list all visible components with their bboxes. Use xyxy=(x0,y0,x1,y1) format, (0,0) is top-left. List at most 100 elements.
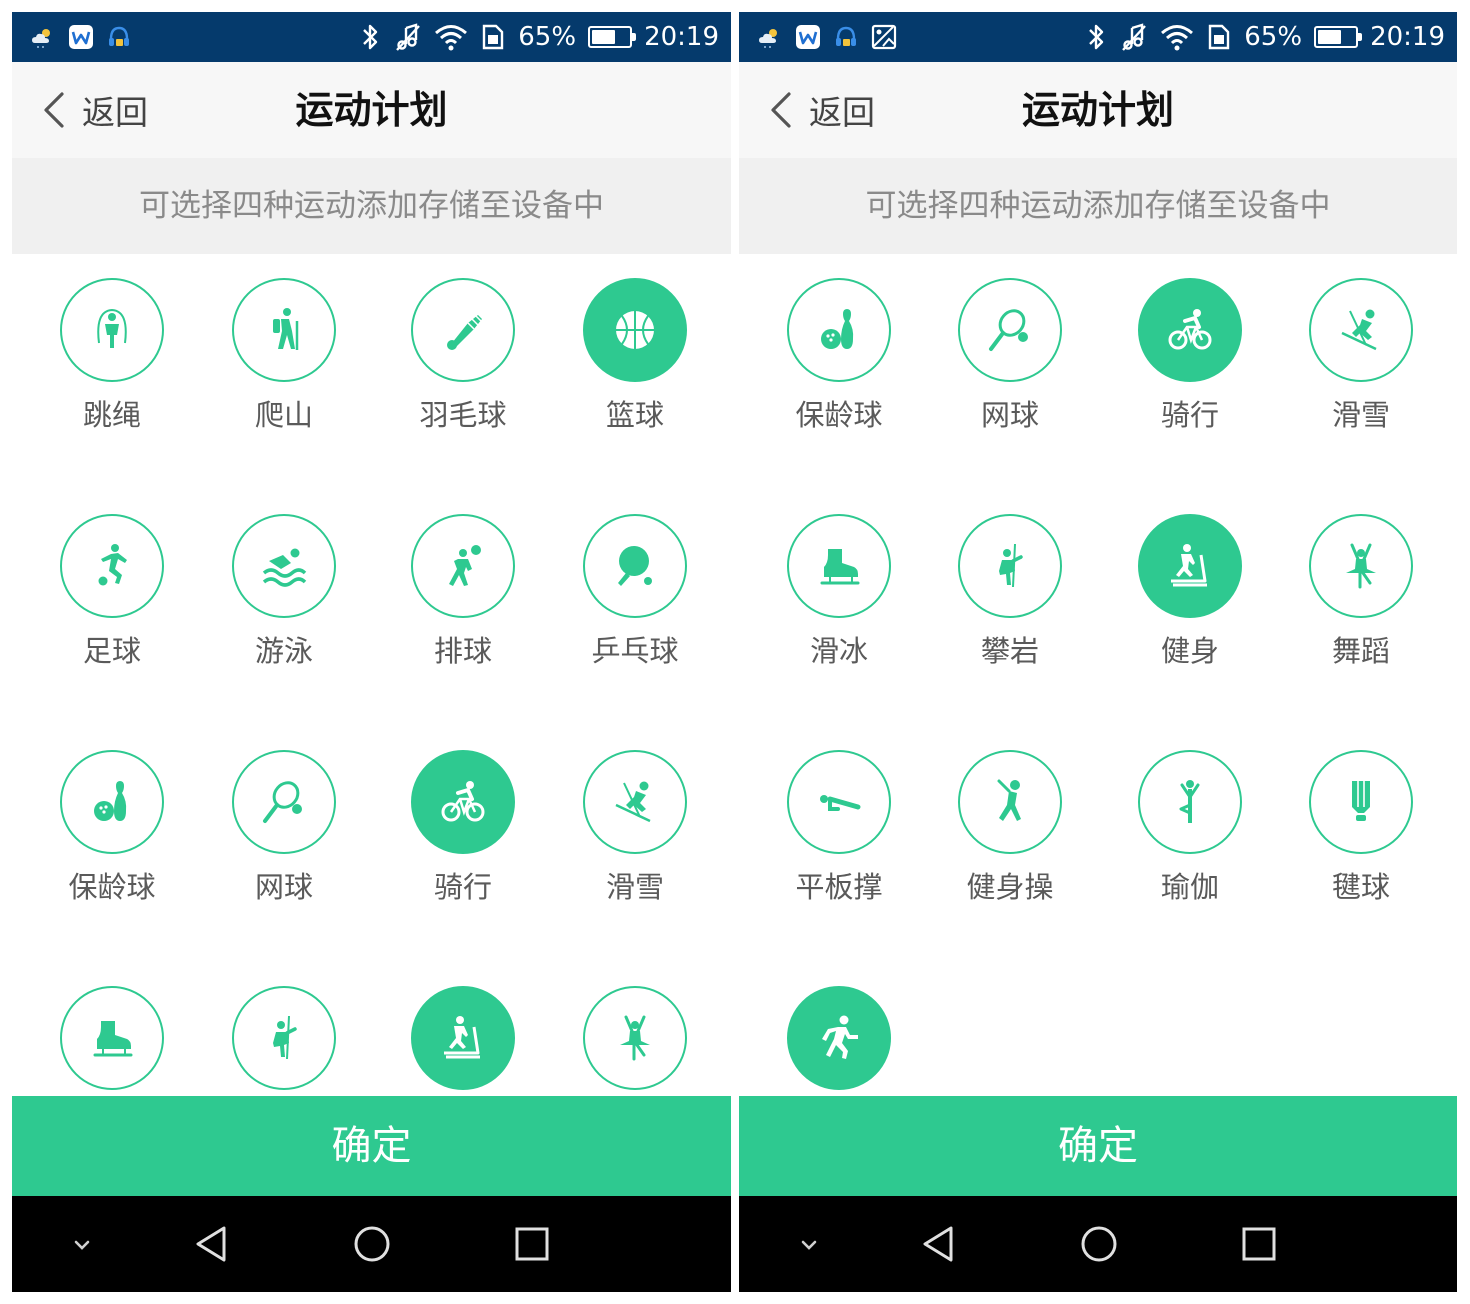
bowling-icon xyxy=(94,781,127,821)
sport-item[interactable]: 足球 xyxy=(37,490,187,690)
sport-item[interactable]: 跳绳 xyxy=(37,254,187,454)
chevron-down-icon[interactable] xyxy=(60,1222,104,1266)
nav-home-icon[interactable] xyxy=(1077,1222,1121,1266)
sport-item[interactable]: 毽球 xyxy=(1286,726,1436,926)
sport-icon-button[interactable] xyxy=(1309,750,1413,854)
sport-icon-button[interactable] xyxy=(1138,514,1242,618)
sim-card-icon xyxy=(483,24,504,50)
sport-item[interactable] xyxy=(209,962,359,1096)
sport-icon-button[interactable] xyxy=(583,750,687,854)
sport-icon-button[interactable] xyxy=(787,514,891,618)
sport-label: 健身 xyxy=(1160,634,1219,668)
sport-icon-button[interactable] xyxy=(958,514,1062,618)
dance-icon xyxy=(1346,543,1376,589)
sport-label: 骑行 xyxy=(1160,398,1219,432)
sport-icon-button[interactable] xyxy=(787,750,891,854)
confirm-button[interactable]: 确定 xyxy=(12,1096,731,1196)
nav-back-icon[interactable] xyxy=(190,1222,234,1266)
sport-item[interactable]: 篮球 xyxy=(560,254,710,454)
ice-skate-icon xyxy=(820,549,860,585)
sport-item[interactable]: 攀岩 xyxy=(935,490,1085,690)
weather-cloud-icon xyxy=(32,29,50,48)
bluetooth-icon xyxy=(1089,24,1104,50)
sport-icon-button[interactable] xyxy=(60,986,164,1090)
sport-icon-button[interactable] xyxy=(232,514,336,618)
plank-icon xyxy=(820,795,861,811)
sport-item[interactable]: 乒乓球 xyxy=(560,490,710,690)
sport-item[interactable]: 网球 xyxy=(935,254,1085,454)
sport-label: 攀岩 xyxy=(980,634,1039,668)
sport-item[interactable]: 骑行 xyxy=(1115,254,1265,454)
back-button[interactable]: 返回 xyxy=(767,84,875,136)
sport-item[interactable]: 健身操 xyxy=(935,726,1085,926)
sport-item[interactable]: 瑜伽 xyxy=(1115,726,1265,926)
sport-item[interactable]: 滑雪 xyxy=(1286,254,1436,454)
sport-item[interactable]: 游泳 xyxy=(209,490,359,690)
sport-item[interactable]: 羽毛球 xyxy=(388,254,538,454)
sport-item[interactable]: 骑行 xyxy=(388,726,538,926)
notification-icons xyxy=(757,24,897,50)
nav-recents-icon[interactable] xyxy=(510,1222,554,1266)
sport-item[interactable] xyxy=(764,962,914,1096)
sport-item[interactable]: 舞蹈 xyxy=(1286,490,1436,690)
sport-icon-button[interactable] xyxy=(1138,278,1242,382)
sport-icon-button[interactable] xyxy=(1309,514,1413,618)
sport-icon-button[interactable] xyxy=(583,986,687,1090)
climbing-icon xyxy=(999,543,1023,588)
sport-label: 平板撑 xyxy=(795,870,883,904)
sport-item[interactable] xyxy=(37,962,187,1096)
headset-icon xyxy=(109,26,129,46)
nav-recents-icon[interactable] xyxy=(1237,1222,1281,1266)
confirm-button[interactable]: 确定 xyxy=(739,1096,1457,1196)
ice-skate-icon xyxy=(93,1021,133,1057)
sport-icon-button[interactable] xyxy=(232,278,336,382)
bluetooth-icon xyxy=(363,24,378,50)
sport-icon-button[interactable] xyxy=(1309,278,1413,382)
sport-item[interactable]: 平板撑 xyxy=(764,726,914,926)
system-navigation-bar xyxy=(12,1196,731,1292)
sport-icon-button[interactable] xyxy=(232,986,336,1090)
sport-label: 滑雪 xyxy=(1331,398,1390,432)
battery-percent: 65% xyxy=(1244,22,1303,52)
sport-icon-button[interactable] xyxy=(411,278,515,382)
sport-label: 保龄球 xyxy=(795,398,883,432)
sport-icon-button[interactable] xyxy=(787,278,891,382)
sport-item[interactable]: 爬山 xyxy=(209,254,359,454)
nav-home-icon[interactable] xyxy=(350,1222,394,1266)
sport-item[interactable]: 保龄球 xyxy=(764,254,914,454)
skiing-icon xyxy=(1341,309,1377,351)
sport-item[interactable]: 滑冰 xyxy=(764,490,914,690)
sport-icon-button[interactable] xyxy=(958,750,1062,854)
system-navigation-bar xyxy=(739,1196,1457,1292)
battery-percent: 65% xyxy=(518,22,577,52)
sport-icon-button[interactable] xyxy=(1138,750,1242,854)
sport-label: 毽球 xyxy=(1331,870,1390,904)
sport-icon-button[interactable] xyxy=(411,750,515,854)
shuttlecock-kick-icon xyxy=(1352,781,1370,821)
sport-label: 足球 xyxy=(82,634,141,668)
sport-icon-button[interactable] xyxy=(411,514,515,618)
nav-back-icon[interactable] xyxy=(917,1222,961,1266)
sport-icon-button[interactable] xyxy=(958,278,1062,382)
sport-label: 篮球 xyxy=(605,398,664,432)
back-label: 返回 xyxy=(809,93,875,132)
sport-icon-button[interactable] xyxy=(583,514,687,618)
sport-icon-button[interactable] xyxy=(60,750,164,854)
sport-icon-button[interactable] xyxy=(232,750,336,854)
back-button[interactable]: 返回 xyxy=(40,84,148,136)
sport-item[interactable]: 健身 xyxy=(1115,490,1265,690)
sport-item[interactable] xyxy=(388,962,538,1096)
sport-icon-button[interactable] xyxy=(787,986,891,1090)
status-indicators: 65% 20:19 xyxy=(1086,12,1445,62)
sport-item[interactable] xyxy=(560,962,710,1096)
sport-icon-button[interactable] xyxy=(60,278,164,382)
sport-item[interactable]: 排球 xyxy=(388,490,538,690)
sport-icon-button[interactable] xyxy=(60,514,164,618)
sport-icon-button[interactable] xyxy=(583,278,687,382)
chevron-down-icon[interactable] xyxy=(787,1222,831,1266)
sport-item[interactable]: 网球 xyxy=(209,726,359,926)
sport-item[interactable]: 保龄球 xyxy=(37,726,187,926)
sport-icon-button[interactable] xyxy=(411,986,515,1090)
sport-item[interactable]: 滑雪 xyxy=(560,726,710,926)
sim-card-icon xyxy=(1209,24,1230,50)
